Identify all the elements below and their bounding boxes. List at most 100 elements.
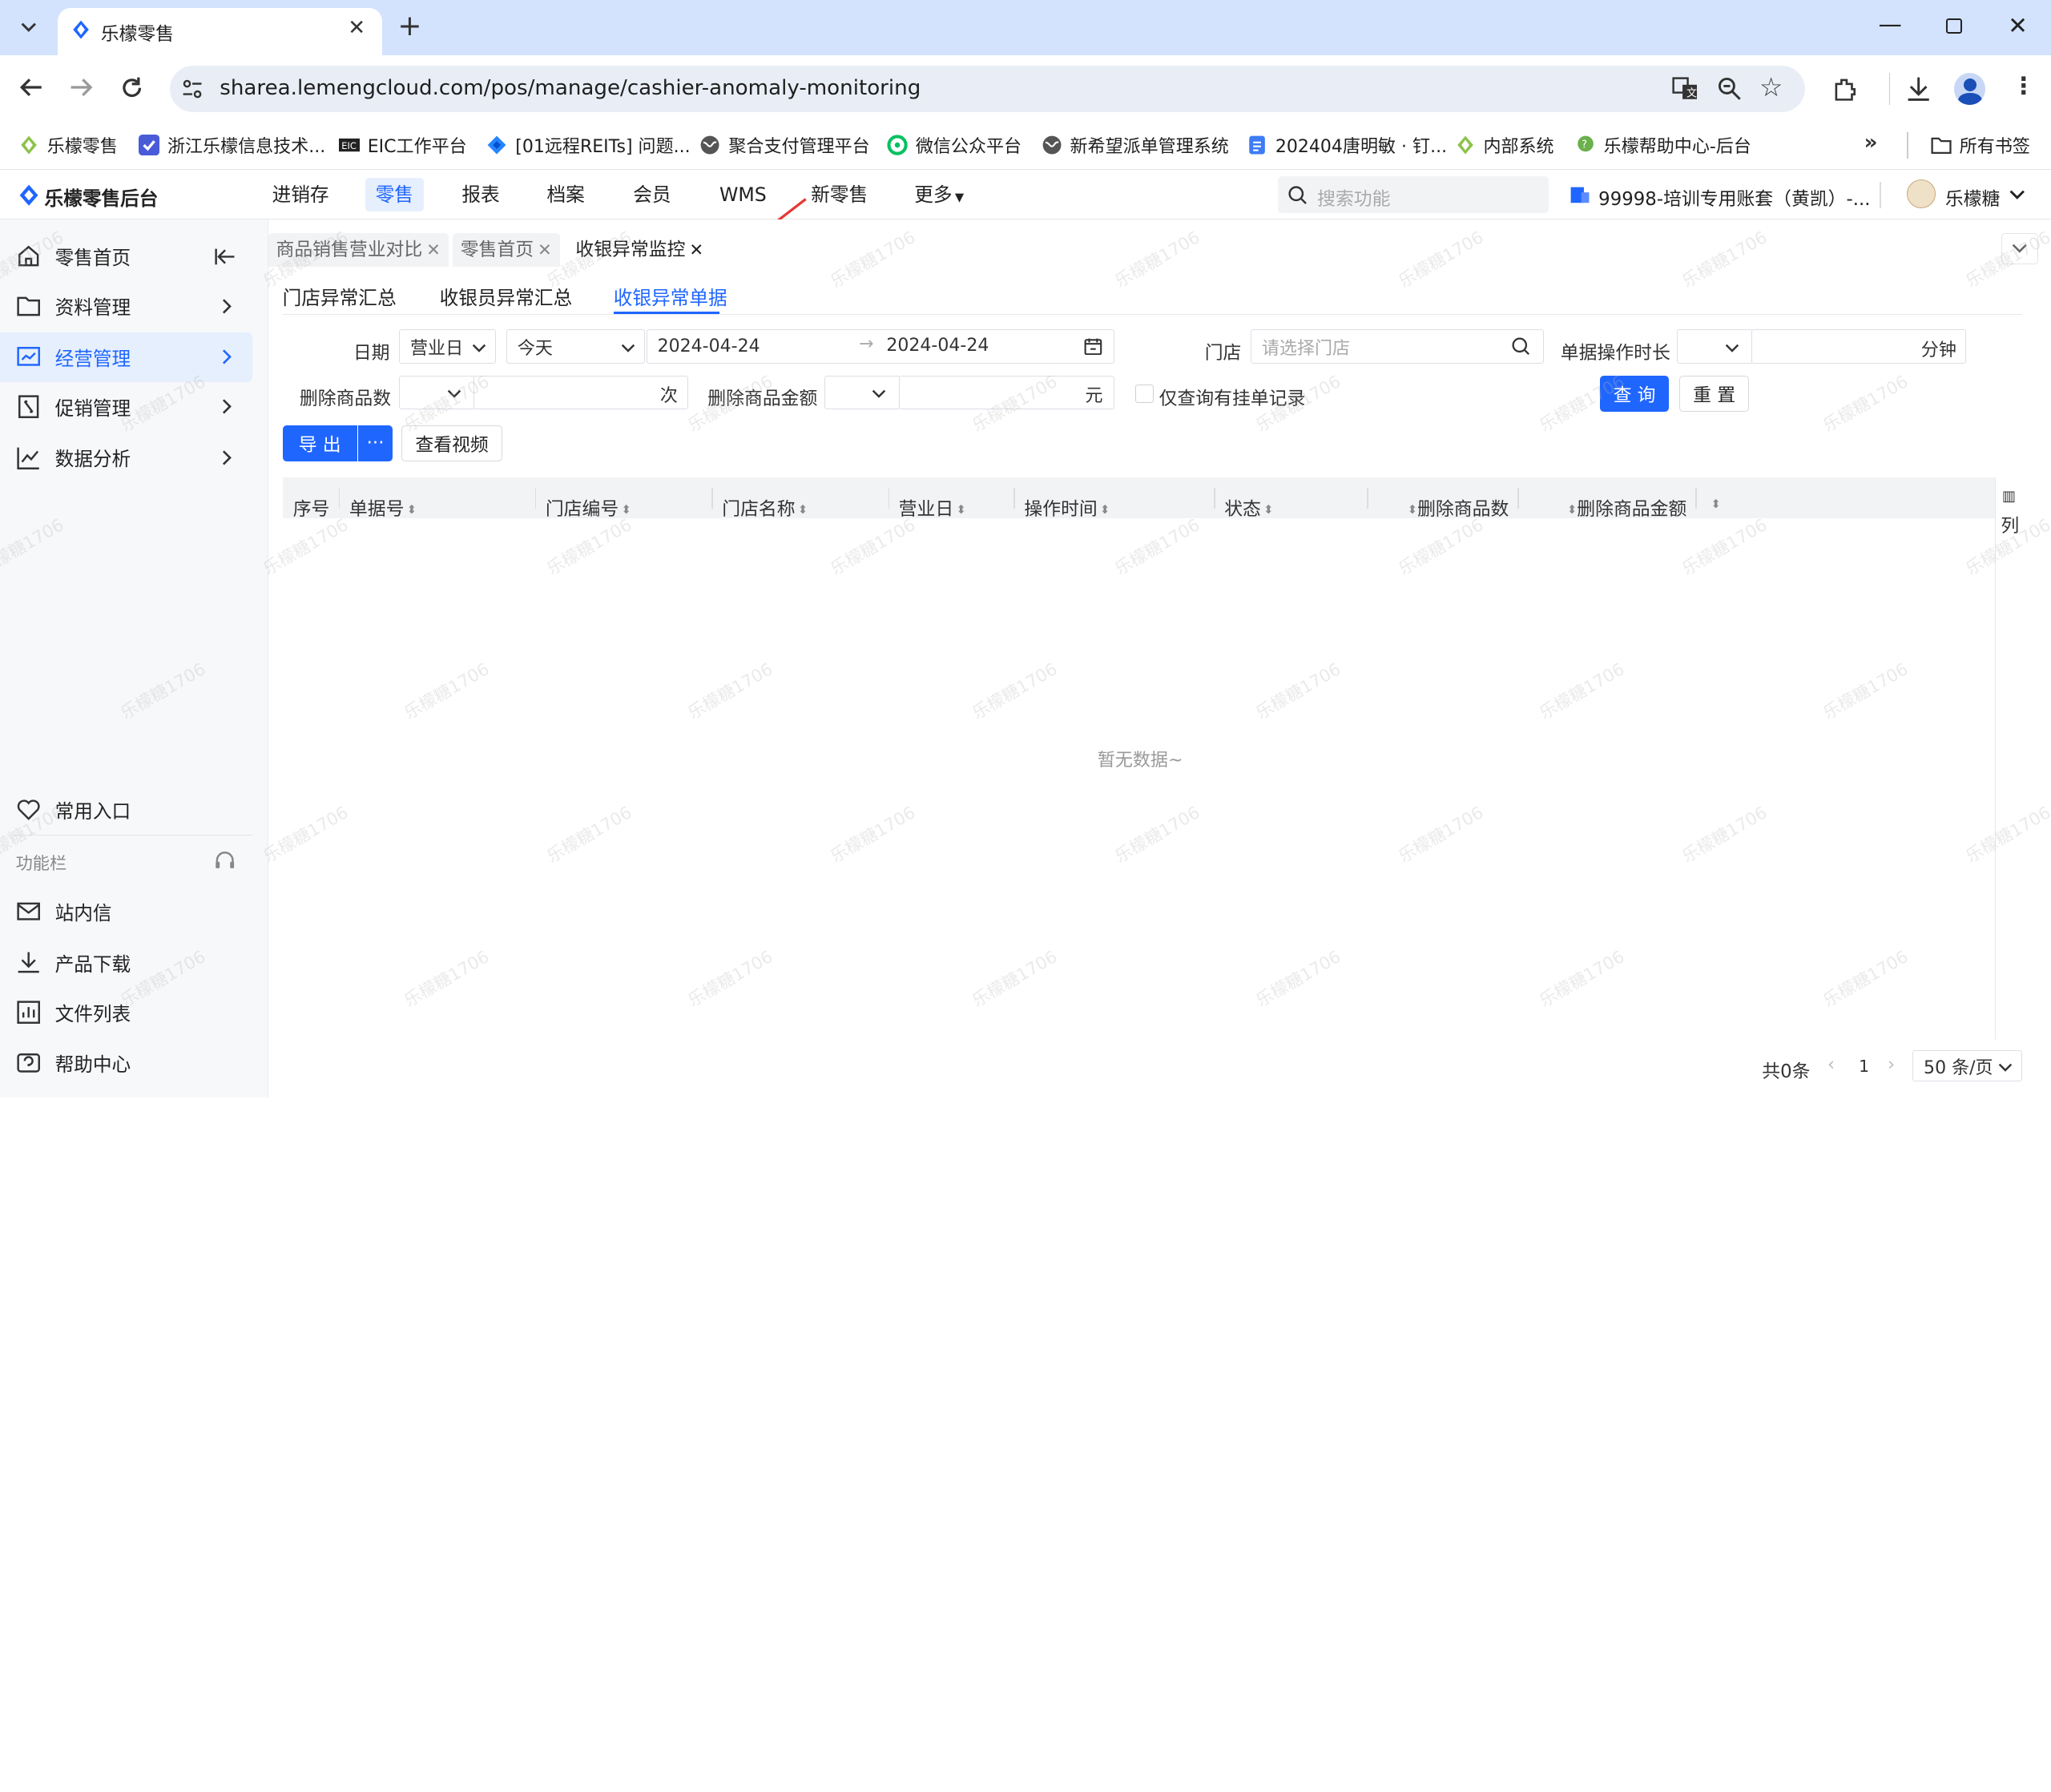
browser-menu-icon[interactable]: ⋮	[2012, 72, 2035, 99]
pending-only-label[interactable]: 仅查询有挂单记录	[1159, 383, 1306, 410]
sidebar-item-messages[interactable]: 站内信	[0, 887, 252, 936]
current-page[interactable]: 1	[1859, 1057, 1869, 1076]
zoom-icon[interactable]	[1718, 77, 1741, 101]
page-size-select[interactable]: 50 条/页	[1912, 1050, 2023, 1082]
column-header-sortable[interactable]: ⬍删除商品数	[1405, 493, 1509, 521]
page-tab-active[interactable]: 收银异常监控 ✕	[567, 232, 711, 268]
nav-item[interactable]: 会员	[623, 178, 681, 211]
bookmark-item[interactable]: 聚合支付管理平台	[699, 130, 870, 161]
account-selector[interactable]: 99998-培训专用账套（黄凯）-...	[1598, 183, 1870, 211]
subtab-anomaly-documents[interactable]: 收银异常单据	[614, 283, 727, 310]
bookmark-item[interactable]: 202404唐明敏 · 钉...	[1247, 130, 1447, 161]
date-range-picker[interactable]: 2024-04-24 → 2024-04-24	[646, 329, 1115, 364]
delete-count-input[interactable]: 次	[473, 375, 688, 409]
bookmark-item[interactable]: 微信公众平台	[887, 130, 1021, 161]
duration-input[interactable]: 分钟	[1751, 329, 1966, 364]
sidebar-item-product-download[interactable]: 产品下载	[0, 938, 252, 988]
sidebar-item-retail-home[interactable]: 零售首页	[0, 232, 252, 281]
column-header-sortable[interactable]: ⬍删除商品金额	[1565, 493, 1686, 521]
nav-item[interactable]: 新零售	[800, 178, 878, 211]
export-button[interactable]: 导 出	[282, 425, 357, 462]
sort-icon[interactable]: ⬍	[1708, 493, 1721, 514]
bookmark-item[interactable]: ? 乐檬帮助中心-后台	[1575, 130, 1751, 161]
date-preset-select[interactable]: 今天	[506, 329, 645, 364]
new-tab-icon[interactable]: +	[397, 10, 421, 42]
tab-list-button[interactable]	[10, 10, 47, 44]
downloads-icon[interactable]	[1907, 76, 1930, 103]
sidebar-item-file-list[interactable]: 文件列表	[0, 988, 252, 1037]
sidebar-item-help-center[interactable]: 帮助中心	[0, 1038, 252, 1088]
duration-unit: 分钟	[1920, 340, 1956, 360]
date-type-select[interactable]: 营业日	[398, 329, 496, 364]
bookmark-star-icon[interactable]: ☆	[1759, 72, 1783, 103]
forward-icon[interactable]	[70, 77, 93, 98]
column-header-sortable[interactable]: 营业日 ⬍	[899, 493, 966, 521]
delete-amount-operator-select[interactable]	[824, 375, 901, 409]
column-header-sortable[interactable]: 状态 ⬍	[1224, 493, 1273, 521]
omnibox[interactable]: sharea.lemengcloud.com/pos/manage/cashie…	[170, 65, 1806, 113]
column-header-sortable[interactable]: 门店编号 ⬍	[546, 493, 631, 521]
sidebar-item-data-analysis[interactable]: 数据分析	[0, 433, 252, 482]
nav-item[interactable]: 档案	[536, 178, 594, 211]
bookmark-item[interactable]: 浙江乐檬信息技术...	[139, 130, 325, 161]
arrow-right-icon: →	[859, 334, 874, 355]
user-name[interactable]: 乐檬糖	[1945, 183, 2001, 211]
bookmark-item[interactable]: 新希望派单管理系统	[1042, 130, 1229, 161]
column-header-sortable[interactable]: 操作时间 ⬍	[1024, 493, 1110, 521]
nav-item[interactable]: 进销存	[262, 178, 340, 211]
subtab-store-summary[interactable]: 门店异常汇总	[283, 283, 397, 310]
sidebar-item-operations[interactable]: 经营管理	[0, 332, 253, 382]
close-window-icon[interactable]: ✕	[2008, 12, 2028, 39]
minimize-icon[interactable]: —	[1879, 10, 1902, 38]
delete-count-operator-select[interactable]	[398, 375, 475, 409]
calendar-icon	[1084, 338, 1102, 355]
close-tab-icon[interactable]: ✕	[348, 16, 365, 40]
search-box[interactable]: 搜索功能	[1278, 176, 1549, 214]
chevron-down-icon	[1725, 344, 1739, 352]
pending-only-checkbox[interactable]	[1135, 385, 1154, 403]
page-tab[interactable]: 商品销售营业对比 ✕	[268, 232, 449, 268]
sidebar-item-promotion[interactable]: 促销管理	[0, 382, 252, 432]
reset-button[interactable]: 重 置	[1679, 375, 1749, 413]
pagination-total: 共0条	[1762, 1061, 1811, 1082]
chevron-down-icon	[1998, 1063, 2013, 1072]
bookmark-item[interactable]: [01远程REITs] 问题...	[486, 130, 691, 161]
close-icon: ✕	[689, 240, 704, 260]
extensions-icon[interactable]	[1832, 76, 1859, 103]
subtab-cashier-summary[interactable]: 收银员异常汇总	[440, 283, 573, 310]
reload-icon[interactable]	[120, 76, 143, 99]
sidebar-favorites[interactable]: 常用入口	[0, 785, 252, 835]
page-tab[interactable]: 零售首页 ✕	[452, 232, 560, 268]
next-page-icon[interactable]: ›	[1888, 1054, 1895, 1075]
profile-avatar-icon[interactable]	[1954, 73, 1986, 105]
nav-item[interactable]: 报表	[451, 178, 510, 211]
more-bookmarks-icon[interactable]: »	[1864, 131, 1878, 155]
nav-item-more[interactable]: 更多 ▼	[904, 178, 974, 211]
bookmark-item[interactable]: EIC EIC工作平台	[338, 130, 467, 161]
sidebar-item-data-management[interactable]: 资料管理	[0, 281, 252, 331]
view-video-button[interactable]: 查看视频	[401, 425, 502, 462]
user-avatar[interactable]	[1907, 179, 1936, 208]
restore-icon[interactable]	[1946, 18, 1963, 34]
nav-item-active[interactable]: 零售	[365, 178, 424, 212]
promotion-icon	[18, 395, 39, 419]
column-header-sortable[interactable]: 单据号 ⬍	[349, 493, 417, 521]
column-settings-panel[interactable]: ▥ 列	[1994, 477, 2025, 1040]
duration-operator-select[interactable]	[1677, 329, 1753, 364]
sort-icon: ⬍	[797, 502, 808, 517]
bookmark-item[interactable]: 乐檬零售	[18, 130, 118, 161]
browser-tab[interactable]: 乐檬零售 ✕	[57, 7, 382, 55]
bookmark-item[interactable]: 内部系统	[1455, 130, 1554, 161]
tabs-dropdown[interactable]	[2001, 232, 2038, 264]
customer-service-icon[interactable]	[213, 850, 236, 873]
prev-page-icon[interactable]: ‹	[1827, 1054, 1835, 1075]
delete-amount-input[interactable]: 元	[898, 375, 1115, 409]
back-icon[interactable]	[19, 77, 42, 98]
store-select[interactable]: 请选择门店	[1250, 329, 1544, 364]
all-bookmarks[interactable]: 所有书签	[1931, 130, 2030, 161]
url-text[interactable]: sharea.lemengcloud.com/pos/manage/cashie…	[220, 76, 921, 100]
query-button[interactable]: 查 询	[1599, 375, 1670, 413]
translate-icon[interactable]: 文	[1671, 77, 1698, 100]
export-more-button[interactable]: ···	[358, 425, 393, 462]
column-header-sortable[interactable]: 门店名称 ⬍	[722, 493, 808, 521]
